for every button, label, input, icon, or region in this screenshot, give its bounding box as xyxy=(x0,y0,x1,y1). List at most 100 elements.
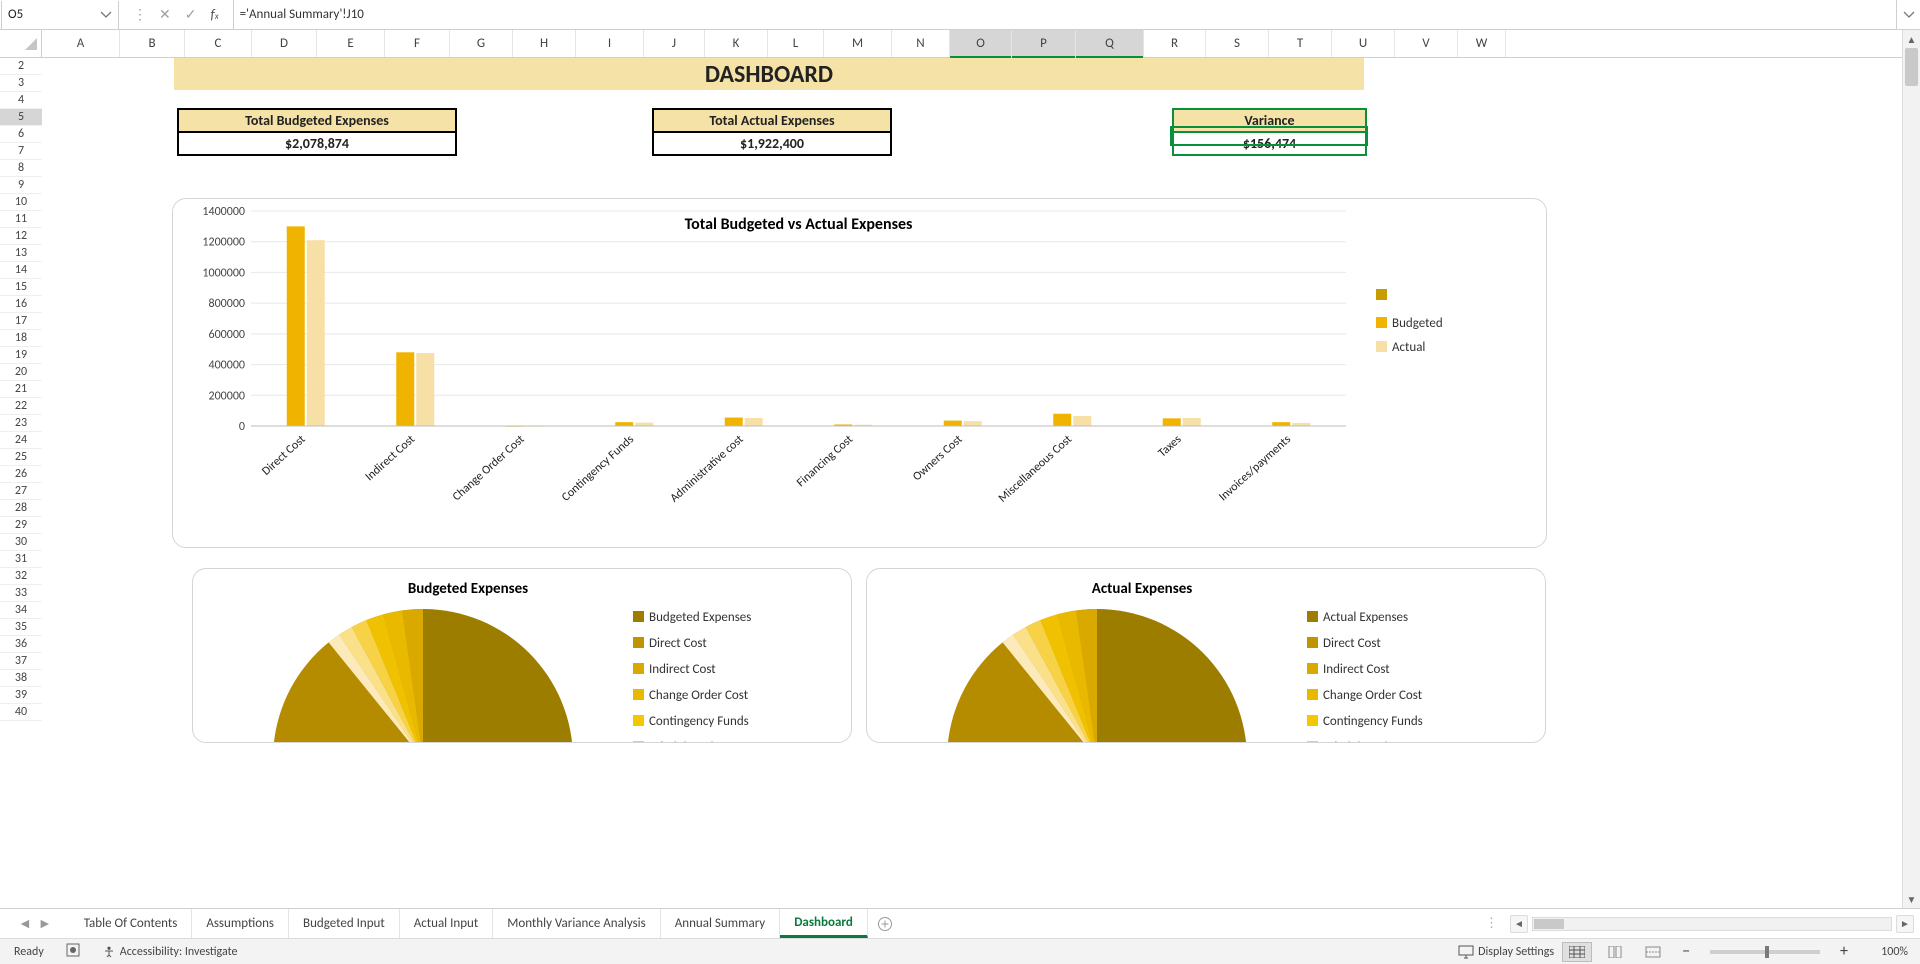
column-header-J[interactable]: J xyxy=(644,30,705,57)
view-page-layout-button[interactable] xyxy=(1600,942,1630,962)
sheet-tab-actual-input[interactable]: Actual Input xyxy=(400,909,493,938)
row-header-14[interactable]: 14 xyxy=(0,262,42,279)
view-normal-button[interactable] xyxy=(1562,942,1592,962)
row-header-34[interactable]: 34 xyxy=(0,602,42,619)
row-header-2[interactable]: 2 xyxy=(0,58,42,75)
row-header-16[interactable]: 16 xyxy=(0,296,42,313)
scroll-thumb[interactable] xyxy=(1534,919,1564,929)
tab-split-dots-icon[interactable]: ⋮ xyxy=(1479,916,1504,931)
column-header-I[interactable]: I xyxy=(576,30,644,57)
select-all-corner[interactable] xyxy=(0,30,42,57)
column-header-E[interactable]: E xyxy=(317,30,385,57)
row-header-31[interactable]: 31 xyxy=(0,551,42,568)
column-header-V[interactable]: V xyxy=(1395,30,1458,57)
column-header-U[interactable]: U xyxy=(1332,30,1395,57)
column-header-N[interactable]: N xyxy=(892,30,950,57)
row-header-38[interactable]: 38 xyxy=(0,670,42,687)
column-header-D[interactable]: D xyxy=(252,30,317,57)
row-header-26[interactable]: 26 xyxy=(0,466,42,483)
row-header-12[interactable]: 12 xyxy=(0,228,42,245)
column-header-A[interactable]: A xyxy=(42,30,120,57)
row-header-6[interactable]: 6 xyxy=(0,126,42,143)
row-header-28[interactable]: 28 xyxy=(0,500,42,517)
view-page-break-button[interactable] xyxy=(1638,942,1668,962)
row-header-30[interactable]: 30 xyxy=(0,534,42,551)
scroll-thumb[interactable] xyxy=(1905,48,1918,86)
row-header-21[interactable]: 21 xyxy=(0,381,42,398)
row-header-15[interactable]: 15 xyxy=(0,279,42,296)
row-header-20[interactable]: 20 xyxy=(0,364,42,381)
row-header-40[interactable]: 40 xyxy=(0,704,42,721)
row-header-27[interactable]: 27 xyxy=(0,483,42,500)
column-header-L[interactable]: L xyxy=(768,30,824,57)
worksheet-area[interactable]: DASHBOARD Total Budgeted Expenses $2,078… xyxy=(42,58,1902,908)
scroll-left-icon[interactable]: ◄ xyxy=(1510,915,1528,933)
row-header-37[interactable]: 37 xyxy=(0,653,42,670)
sheet-tab-monthly-variance-analysis[interactable]: Monthly Variance Analysis xyxy=(493,909,661,938)
sheet-tab-dashboard[interactable]: Dashboard xyxy=(780,909,868,938)
formula-bar-expand[interactable] xyxy=(1896,0,1920,29)
enter-icon[interactable]: ✓ xyxy=(185,6,197,23)
row-header-9[interactable]: 9 xyxy=(0,177,42,194)
column-header-W[interactable]: W xyxy=(1458,30,1506,57)
row-header-5[interactable]: 5 xyxy=(0,109,42,126)
row-header-35[interactable]: 35 xyxy=(0,619,42,636)
macro-record-icon[interactable] xyxy=(66,943,80,961)
sheet-tab-assumptions[interactable]: Assumptions xyxy=(192,909,289,938)
scroll-down-icon[interactable]: ▼ xyxy=(1903,890,1920,908)
row-header-24[interactable]: 24 xyxy=(0,432,42,449)
new-sheet-button[interactable] xyxy=(868,916,902,932)
tab-next-icon[interactable]: ► xyxy=(38,915,52,932)
accessibility-status[interactable]: Accessibility: Investigate xyxy=(102,945,238,959)
column-header-T[interactable]: T xyxy=(1269,30,1332,57)
row-header-22[interactable]: 22 xyxy=(0,398,42,415)
chart-budgeted-expenses[interactable]: Budgeted ExpensesBudgeted ExpensesDirect… xyxy=(192,568,852,743)
row-header-17[interactable]: 17 xyxy=(0,313,42,330)
formula-input[interactable]: ='Annual Summary'!J10 xyxy=(234,7,1896,22)
row-header-23[interactable]: 23 xyxy=(0,415,42,432)
column-header-R[interactable]: R xyxy=(1144,30,1206,57)
row-header-29[interactable]: 29 xyxy=(0,517,42,534)
column-header-C[interactable]: C xyxy=(185,30,252,57)
row-header-19[interactable]: 19 xyxy=(0,347,42,364)
row-header-36[interactable]: 36 xyxy=(0,636,42,653)
zoom-in-button[interactable]: + xyxy=(1834,942,1854,961)
column-header-H[interactable]: H xyxy=(513,30,576,57)
column-header-S[interactable]: S xyxy=(1206,30,1269,57)
column-header-M[interactable]: M xyxy=(824,30,892,57)
row-header-3[interactable]: 3 xyxy=(0,75,42,92)
row-header-32[interactable]: 32 xyxy=(0,568,42,585)
scroll-track[interactable] xyxy=(1532,917,1892,931)
cancel-icon[interactable]: ✕ xyxy=(159,6,171,23)
column-header-P[interactable]: P xyxy=(1012,30,1076,57)
vertical-scrollbar[interactable]: ▲ ▼ xyxy=(1902,30,1920,908)
fx-icon[interactable]: fx xyxy=(210,6,218,23)
row-header-11[interactable]: 11 xyxy=(0,211,42,228)
row-header-8[interactable]: 8 xyxy=(0,160,42,177)
name-box[interactable]: O5 xyxy=(1,1,119,29)
column-header-O[interactable]: O xyxy=(950,30,1012,57)
column-header-B[interactable]: B xyxy=(120,30,185,57)
sheet-tab-budgeted-input[interactable]: Budgeted Input xyxy=(289,909,400,938)
horizontal-scrollbar[interactable]: ◄ ► xyxy=(1504,909,1920,938)
row-header-13[interactable]: 13 xyxy=(0,245,42,262)
row-header-33[interactable]: 33 xyxy=(0,585,42,602)
row-header-18[interactable]: 18 xyxy=(0,330,42,347)
sheet-tab-annual-summary[interactable]: Annual Summary xyxy=(661,909,780,938)
zoom-thumb[interactable] xyxy=(1765,946,1769,958)
row-header-39[interactable]: 39 xyxy=(0,687,42,704)
chart-budget-vs-actual[interactable]: Total Budgeted vs Actual Expenses0200000… xyxy=(172,198,1547,548)
row-header-25[interactable]: 25 xyxy=(0,449,42,466)
scroll-right-icon[interactable]: ► xyxy=(1896,915,1914,933)
tab-prev-icon[interactable]: ◄ xyxy=(18,915,32,932)
column-header-G[interactable]: G xyxy=(450,30,513,57)
row-header-10[interactable]: 10 xyxy=(0,194,42,211)
row-header-7[interactable]: 7 xyxy=(0,143,42,160)
column-header-K[interactable]: K xyxy=(705,30,768,57)
display-settings-button[interactable]: Display Settings xyxy=(1458,945,1554,959)
column-header-Q[interactable]: Q xyxy=(1076,30,1144,57)
zoom-out-button[interactable]: − xyxy=(1676,942,1696,961)
zoom-slider[interactable] xyxy=(1710,950,1820,954)
scroll-up-icon[interactable]: ▲ xyxy=(1903,30,1920,48)
chart-actual-expenses[interactable]: Actual ExpensesActual ExpensesDirect Cos… xyxy=(866,568,1546,743)
